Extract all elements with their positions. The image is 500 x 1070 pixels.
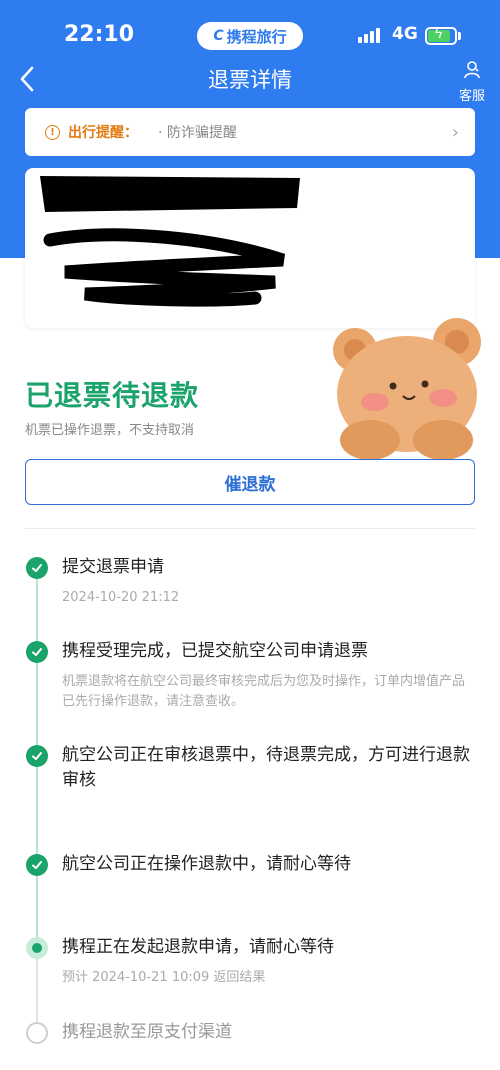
timeline-check-icon xyxy=(26,641,48,663)
timeline-step-title: 航空公司正在操作退款中，请耐心等待 xyxy=(62,854,351,874)
timeline-step-subtitle: 2024-10-20 21:12 xyxy=(62,590,180,605)
info-icon: ! xyxy=(45,124,60,140)
refund-status-subtitle: 机票已操作退票，不支持取消 xyxy=(25,423,195,438)
timeline-pending-icon xyxy=(26,1022,48,1044)
status-time: 22:10 xyxy=(64,22,135,47)
timeline-current-icon xyxy=(26,937,48,959)
timeline-check-icon xyxy=(26,854,48,876)
battery-icon: ϟ xyxy=(425,26,457,45)
notice-text: · 防诈骗提醒 xyxy=(158,125,237,141)
timeline-step-title: 提交退票申请 xyxy=(62,557,164,577)
timeline-step-subtitle: 预计 2024-10-21 10:09 返回结果 xyxy=(62,970,266,985)
timeline-step-title: 携程受理完成，已提交航空公司申请退票 xyxy=(62,641,368,661)
customer-service-label: 客服 xyxy=(458,89,485,104)
chevron-right-icon: › xyxy=(451,121,459,143)
divider xyxy=(25,528,475,529)
travel-notice-bar[interactable]: ! 出行提醒： · 防诈骗提醒 › xyxy=(25,108,475,156)
status-bar: 22:10 C 携程旅行 4G ϟ xyxy=(0,0,500,62)
customer-service-icon xyxy=(464,61,480,79)
customer-service-button[interactable]: 客服 xyxy=(455,60,489,104)
timeline-check-icon xyxy=(26,557,48,579)
bear-sticker-icon xyxy=(333,318,481,460)
refund-status-title: 已退票待退款 xyxy=(25,379,200,412)
ctrip-logo-icon: C xyxy=(213,28,224,44)
urge-refund-button[interactable]: 催退款 xyxy=(25,459,475,505)
page-title: 退票详情 xyxy=(208,68,292,92)
timeline-connector-pending xyxy=(36,958,38,1022)
signal-icon xyxy=(358,28,380,43)
battery-tip xyxy=(458,32,461,40)
timeline-check-icon xyxy=(26,745,48,767)
network-type: 4G xyxy=(392,24,418,44)
flight-info-card[interactable] xyxy=(25,168,475,328)
redaction-scribble xyxy=(40,176,300,307)
brand-name: 携程旅行 xyxy=(226,27,287,46)
timeline-step-title: 携程正在发起退款申请，请耐心等待 xyxy=(62,937,334,957)
timeline-step-title: 航空公司正在审核退票中，待退票完成，方可进行退款审核 xyxy=(62,745,470,790)
brand-pill: C 携程旅行 xyxy=(197,22,303,50)
timeline-step-subtitle: 机票退款将在航空公司最终审核完成后为您及时操作，订单内增值产品已先行操作退款，请… xyxy=(62,674,466,709)
notice-label: 出行提醒： xyxy=(68,125,138,141)
timeline-step-title: 携程退款至原支付渠道 xyxy=(62,1022,232,1042)
